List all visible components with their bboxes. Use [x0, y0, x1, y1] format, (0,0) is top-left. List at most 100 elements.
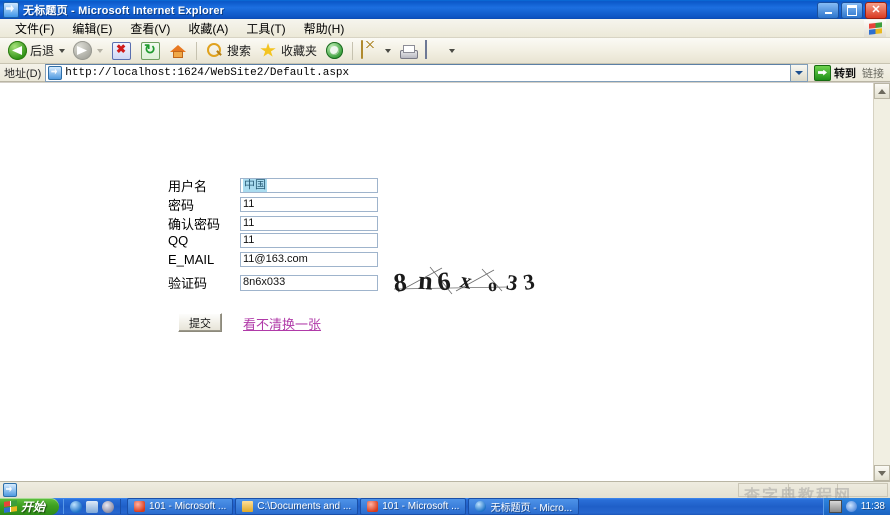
form-row-password: 密码 11: [168, 195, 378, 214]
edit-dropdown-icon[interactable]: [449, 48, 456, 53]
search-button[interactable]: 搜索: [201, 40, 255, 61]
username-label: 用户名: [168, 179, 208, 194]
taskbar-item-label: 无标题页 - Micro...: [490, 503, 573, 514]
captcha-input[interactable]: 8n6x033: [240, 274, 378, 291]
windows-flag-icon: [864, 20, 886, 37]
svg-text:3: 3: [521, 268, 536, 295]
back-dropdown-icon[interactable]: [59, 48, 66, 53]
registration-form: 用户名 中国 密码 11 确认密码 11 QQ 11 E_MAIL 11@163…: [0, 83, 874, 481]
captcha-label: 验证码: [168, 276, 208, 291]
taskbar-item[interactable]: 101 - Microsoft ...: [360, 498, 467, 515]
taskbar-item[interactable]: 无标题页 - Micro...: [468, 498, 580, 515]
ie-icon[interactable]: [70, 500, 83, 513]
mail-dropdown-icon[interactable]: [385, 48, 392, 53]
menubar: 文件(F) 编辑(E) 查看(V) 收藏(A) 工具(T) 帮助(H): [0, 19, 890, 38]
address-input[interactable]: http://localhost:1624/WebSite2/Default.a…: [45, 63, 791, 82]
page-vertical-scrollbar[interactable]: [873, 83, 890, 481]
search-button-label: 搜索: [227, 44, 252, 58]
volume-icon[interactable]: [845, 501, 857, 512]
restore-icon: [847, 5, 857, 16]
edit-button[interactable]: [421, 40, 459, 61]
clock-label[interactable]: 11:38: [861, 501, 885, 512]
close-button[interactable]: ✕: [865, 2, 887, 19]
windows-logo-icon: [4, 500, 17, 513]
form-row-qq: QQ 11: [168, 233, 378, 248]
refresh-icon: [141, 41, 161, 60]
ie-browser-window: 无标题页 - Microsoft Internet Explorer ✕ 文件(…: [0, 0, 890, 515]
menu-help[interactable]: 帮助(H): [295, 19, 354, 38]
minimize-button[interactable]: [817, 2, 839, 19]
address-dropdown-button[interactable]: [791, 63, 808, 82]
media-button[interactable]: [321, 40, 348, 61]
taskbar-item[interactable]: 101 - Microsoft ...: [127, 498, 234, 515]
menu-favorites[interactable]: 收藏(A): [179, 19, 237, 38]
menu-tools[interactable]: 工具(T): [237, 19, 294, 38]
home-icon: [169, 41, 188, 60]
show-desktop-icon[interactable]: [86, 500, 99, 513]
back-button[interactable]: 后退: [4, 40, 69, 61]
page-icon: [48, 65, 63, 80]
taskbar-item-label: 101 - Microsoft ...: [149, 501, 227, 512]
print-button[interactable]: [395, 42, 421, 60]
svg-text:o: o: [487, 275, 497, 295]
media-icon: [326, 42, 344, 59]
taskbar-item[interactable]: C:\Documents and ...: [235, 498, 359, 515]
mail-button[interactable]: [357, 40, 395, 61]
favorites-button[interactable]: 收藏夹: [255, 40, 321, 61]
password-label: 密码: [168, 198, 195, 213]
menu-edit[interactable]: 编辑(E): [63, 19, 121, 38]
taskbar-buttons: 101 - Microsoft ... C:\Documents and ...…: [127, 498, 823, 515]
menu-view[interactable]: 查看(V): [121, 19, 179, 38]
back-button-label: 后退: [30, 44, 55, 58]
form-row-confirm-password: 确认密码 11: [168, 214, 378, 233]
captcha-image[interactable]: 8 n 6 x o 3 3: [390, 265, 550, 297]
links-label[interactable]: 链接: [862, 65, 890, 81]
ie-page-icon: [3, 1, 19, 18]
taskbar-item-label: 101 - Microsoft ...: [382, 501, 460, 512]
email-label: E_MAIL: [168, 252, 215, 267]
confirm-password-input[interactable]: 11: [240, 216, 378, 231]
start-button[interactable]: 开始: [0, 498, 60, 515]
forward-button[interactable]: [69, 40, 107, 61]
page-content: 用户名 中国 密码 11 确认密码 11 QQ 11 E_MAIL 11@163…: [0, 83, 874, 481]
status-bar: [0, 481, 890, 498]
forward-dropdown-icon[interactable]: [97, 48, 104, 53]
address-bar-label: 地址(D): [4, 67, 42, 80]
chevron-down-icon: [878, 470, 886, 476]
office-icon: [134, 501, 146, 512]
status-page-icon: [3, 483, 17, 497]
chevron-up-icon: [878, 88, 886, 94]
home-button[interactable]: [165, 40, 192, 61]
office-icon: [367, 501, 379, 512]
form-row-captcha: 验证码 8n6x033: [168, 273, 378, 292]
address-url-text: http://localhost:1624/WebSite2/Default.a…: [65, 66, 350, 79]
confirm-password-label: 确认密码: [168, 217, 221, 232]
maximize-restore-button[interactable]: [841, 2, 863, 19]
menu-file[interactable]: 文件(F): [6, 19, 63, 38]
back-arrow-icon: [8, 41, 27, 60]
go-button[interactable]: 转到: [808, 64, 862, 81]
folder-icon: [242, 501, 254, 512]
username-input[interactable]: 中国: [240, 178, 378, 193]
email-input[interactable]: 11@163.com: [240, 252, 378, 267]
windows-taskbar: 开始 101 - Microsoft ... C:\Documents and …: [0, 498, 890, 515]
refresh-button[interactable]: [136, 40, 165, 62]
svg-text:x: x: [458, 267, 474, 294]
submit-button[interactable]: 提交: [178, 313, 222, 332]
scroll-up-button[interactable]: [874, 83, 890, 99]
qq-input[interactable]: 11: [240, 233, 378, 248]
taskbar-item-label: C:\Documents and ...: [257, 501, 352, 512]
window-controls: ✕: [817, 2, 887, 19]
svg-text:6: 6: [435, 266, 452, 297]
scroll-down-button[interactable]: [874, 465, 890, 481]
media-icon[interactable]: [102, 500, 115, 513]
stop-button[interactable]: [107, 40, 136, 62]
refresh-captcha-link[interactable]: 看不清换一张: [243, 314, 321, 333]
search-icon: [205, 41, 224, 60]
svg-text:3: 3: [505, 269, 520, 295]
form-row-email: E_MAIL 11@163.com: [168, 252, 378, 267]
display-icon[interactable]: [828, 500, 842, 513]
status-zones-panel: [738, 483, 888, 497]
password-input[interactable]: 11: [240, 197, 378, 212]
toolbar-separator: [196, 41, 198, 60]
